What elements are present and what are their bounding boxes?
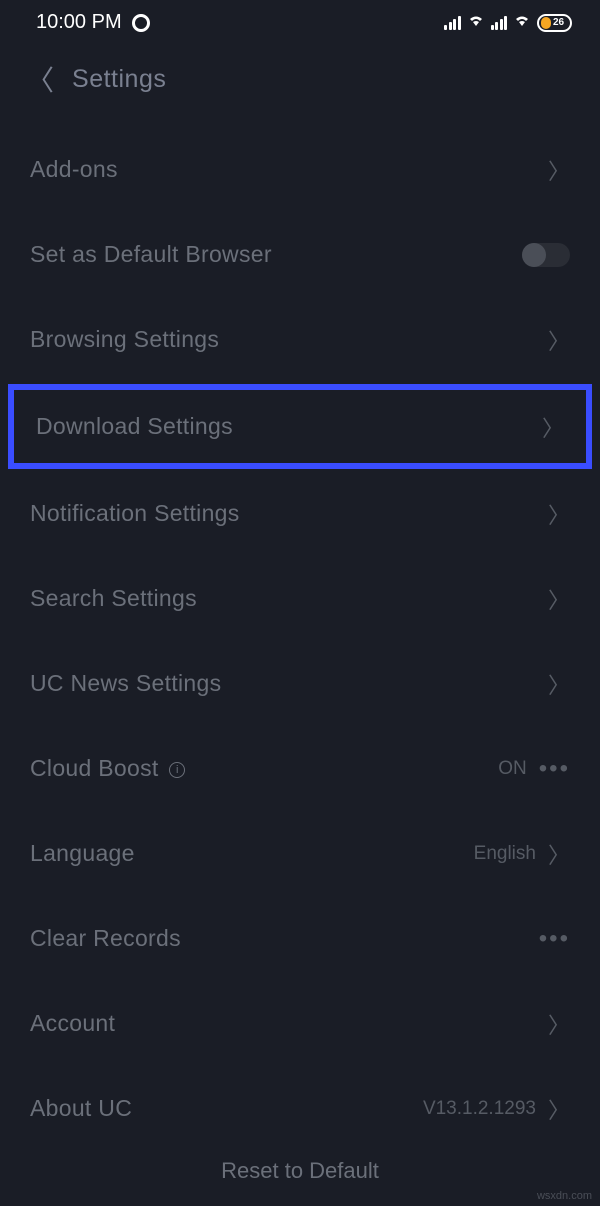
status-left: 10:00 PM [36, 11, 150, 34]
setting-label: Add-ons [30, 156, 118, 183]
watermark: wsxdn.com [537, 1190, 592, 1202]
setting-addons[interactable]: Add-ons 〉 [0, 127, 600, 212]
setting-value: V13.1.2.1293 [423, 1098, 536, 1120]
setting-account[interactable]: Account 〉 [0, 981, 600, 1066]
setting-clear-records[interactable]: Clear Records ••• [0, 896, 600, 981]
chevron-right-icon: 〉 [548, 1093, 570, 1125]
status-right: 26 [444, 13, 572, 32]
info-icon: i [169, 762, 185, 778]
setting-about-uc[interactable]: About UC V13.1.2.1293 〉 [0, 1066, 600, 1151]
setting-label: Set as Default Browser [30, 241, 272, 268]
setting-search[interactable]: Search Settings 〉 [0, 556, 600, 641]
setting-label: Download Settings [36, 413, 233, 440]
chevron-right-icon: 〉 [548, 668, 570, 700]
setting-label: Browsing Settings [30, 326, 219, 353]
chevron-right-icon: 〉 [548, 838, 570, 870]
setting-label: Cloud Boost i [30, 755, 185, 782]
signal-icon-2 [491, 16, 508, 30]
nav-header: 〈 Settings [0, 45, 600, 113]
setting-download[interactable]: Download Settings 〉 [8, 384, 592, 469]
setting-uc-news[interactable]: UC News Settings 〉 [0, 641, 600, 726]
toggle-switch[interactable] [522, 243, 570, 267]
chevron-right-icon: 〉 [548, 324, 570, 356]
setting-cloud-boost[interactable]: Cloud Boost i ON ••• [0, 726, 600, 811]
setting-value: ON [498, 758, 527, 780]
setting-label: Language [30, 840, 135, 867]
settings-list: Add-ons 〉 Set as Default Browser Browsin… [0, 113, 600, 1151]
chevron-right-icon: 〉 [548, 154, 570, 186]
setting-default-browser[interactable]: Set as Default Browser [0, 212, 600, 297]
back-icon[interactable]: 〈 [26, 59, 54, 99]
wifi-icon-2 [513, 13, 531, 32]
circle-icon [132, 14, 150, 32]
setting-browsing[interactable]: Browsing Settings 〉 [0, 297, 600, 382]
chevron-right-icon: 〉 [548, 1008, 570, 1040]
reset-to-default-button[interactable]: Reset to Default [0, 1158, 600, 1184]
status-time: 10:00 PM [36, 11, 122, 34]
setting-value: English [474, 843, 536, 865]
signal-icon-1 [444, 16, 461, 30]
battery-percentage: 26 [553, 17, 564, 28]
setting-language[interactable]: Language English 〉 [0, 811, 600, 896]
setting-label: About UC [30, 1095, 132, 1122]
status-bar: 10:00 PM 26 [0, 0, 600, 45]
more-dots-icon: ••• [539, 925, 570, 953]
setting-notification[interactable]: Notification Settings 〉 [0, 471, 600, 556]
setting-label: Account [30, 1010, 115, 1037]
chevron-right-icon: 〉 [548, 498, 570, 530]
wifi-icon-1 [467, 13, 485, 32]
page-title: Settings [72, 65, 166, 94]
chevron-right-icon: 〉 [542, 411, 564, 443]
toggle-thumb [522, 243, 546, 267]
setting-label: UC News Settings [30, 670, 221, 697]
more-dots-icon: ••• [539, 755, 570, 783]
battery-icon: 26 [537, 14, 572, 32]
setting-label: Notification Settings [30, 500, 240, 527]
setting-label: Search Settings [30, 585, 197, 612]
setting-label: Clear Records [30, 925, 181, 952]
chevron-right-icon: 〉 [548, 583, 570, 615]
